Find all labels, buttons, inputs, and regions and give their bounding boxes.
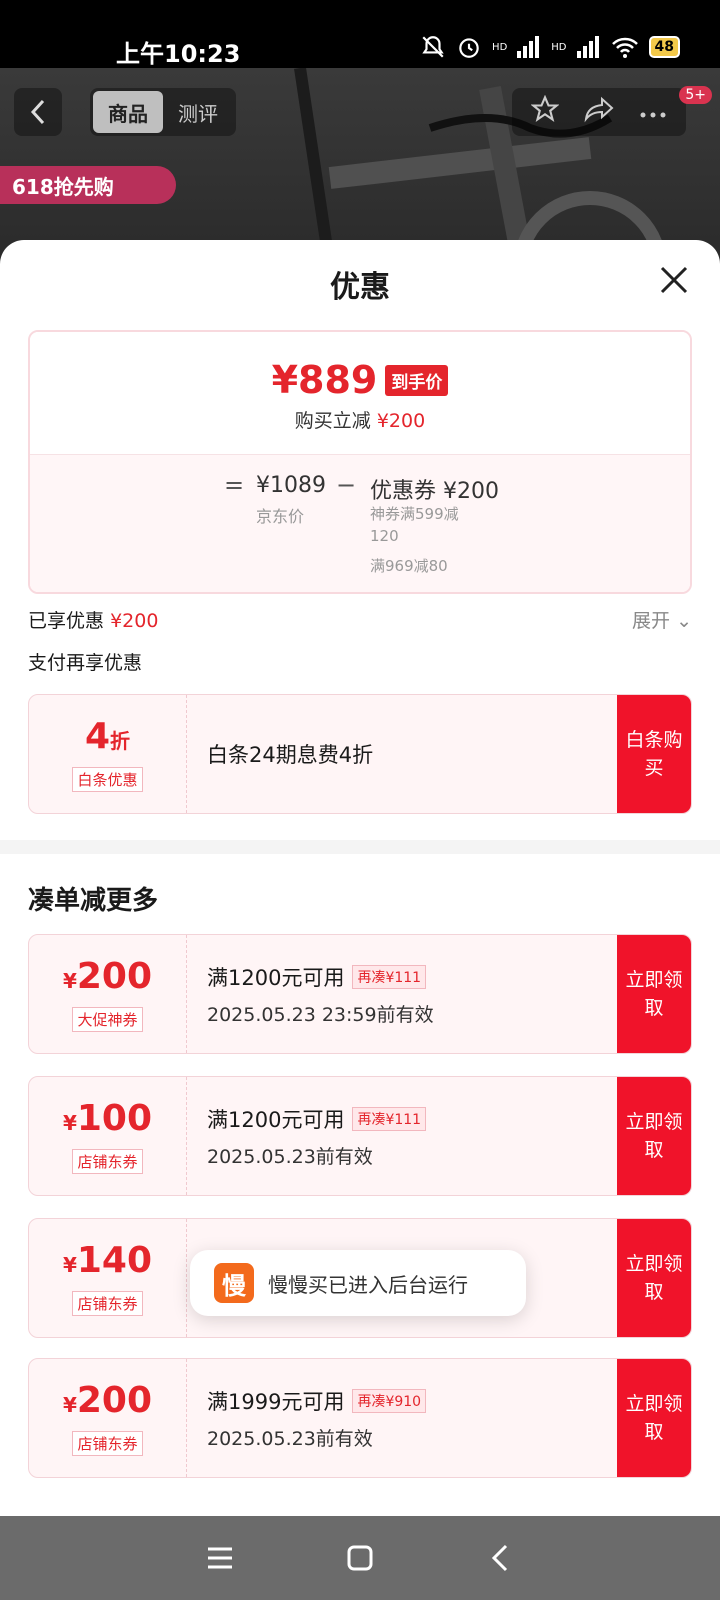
tab-product[interactable]: 商品: [93, 91, 163, 133]
more-discount-title: 凑单减更多: [28, 886, 159, 916]
price-formula: = ¥1089 京东价 − 优惠券 ¥200 神券满599减120 满969减8…: [30, 454, 690, 592]
instant-save-row: 购买立减 ¥200: [30, 406, 690, 433]
enjoyed-amount: ¥200: [110, 610, 159, 632]
coupon-condition: 满1999元可用: [207, 1389, 345, 1414]
coupon-currency: ¥: [62, 968, 77, 993]
alarm-icon: [459, 38, 479, 58]
instant-save-label: 购买立减: [294, 410, 371, 432]
chevron-left-icon: [30, 99, 45, 125]
final-price-section: ¥889 到手价 购买立减 ¥200: [30, 332, 690, 454]
coupon-tag: 店铺东券: [72, 1148, 143, 1174]
final-price: ¥889: [271, 358, 378, 402]
baitiao-tag: 白条优惠: [72, 766, 143, 792]
close-button[interactable]: [656, 262, 692, 298]
coupon-currency: ¥: [62, 1110, 77, 1135]
price-breakdown-card: ¥889 到手价 购买立减 ¥200 = ¥1089 京东价 − 优惠券 ¥20…: [28, 330, 692, 594]
coupon-expiry: 2025.05.23前有效: [207, 1145, 373, 1168]
product-header: 商品 测评: [0, 88, 720, 138]
jd-price: ¥1089: [256, 473, 326, 498]
background-toast: 慢 慢慢买已进入后台运行: [190, 1250, 526, 1316]
coupon-item: ¥200 店铺东券 满1999元可用 再凑¥910 2025.05.23前有效 立…: [28, 1358, 692, 1478]
baitiao-buy-button[interactable]: 白条购买: [617, 695, 691, 813]
coupon-condition: 满1200元可用: [207, 1107, 345, 1132]
coupon-amount: 140: [76, 1239, 153, 1281]
claim-button[interactable]: 立即领取: [617, 1077, 691, 1195]
coupon-condition: 满1200元可用: [207, 965, 345, 990]
network-hd-label: HD: [492, 41, 508, 53]
claim-button[interactable]: 立即领取: [617, 1219, 691, 1337]
header-actions: [512, 88, 686, 136]
claim-button[interactable]: 立即领取: [617, 1359, 691, 1477]
coupon-detail-1: 神券满599减120: [370, 505, 459, 545]
coupon-detail-2: 满969减80: [370, 557, 448, 575]
menu-icon: [208, 1547, 232, 1569]
home-icon: [347, 1545, 373, 1571]
tab-review[interactable]: 测评: [163, 91, 233, 133]
coupon-currency: ¥: [62, 1252, 77, 1277]
signal-icon: [517, 36, 540, 58]
network-hd-label-2: HD: [551, 41, 567, 53]
discount-sheet: 优惠 ¥889 到手价 购买立减 ¥200 = ¥1089 京东价 − 优惠券 …: [0, 240, 720, 1516]
baitiao-unit: 折: [110, 728, 131, 753]
enjoyed-discount-row: 已享优惠 ¥200 展开 ⌄: [28, 606, 692, 633]
minus-sign: −: [336, 471, 357, 499]
final-price-badge: 到手价: [385, 364, 449, 396]
close-icon: [660, 266, 688, 294]
more-button[interactable]: [628, 98, 678, 126]
back-icon: [491, 1544, 508, 1572]
coupon-extra: 再凑¥910: [352, 1388, 427, 1413]
more-icon: [640, 112, 666, 118]
back-button[interactable]: [14, 88, 62, 136]
status-time: 上午10:23: [116, 40, 241, 68]
back-nav-button[interactable]: [480, 1538, 520, 1578]
section-divider: [0, 840, 720, 854]
promo-tag: 618抢先购: [0, 166, 176, 204]
app-logo-icon: 慢: [214, 1263, 254, 1303]
coupon-total: 优惠券 ¥200: [370, 479, 499, 504]
coupon-tag: 大促神券: [72, 1006, 143, 1032]
coupon-extra: 再凑¥111: [352, 1106, 427, 1131]
menu-nav-button[interactable]: [200, 1538, 240, 1578]
message-badge: 5+: [679, 86, 712, 104]
signal-icon-2: [576, 36, 599, 58]
status-icons: HD HD 48: [420, 34, 680, 60]
coupon-currency: ¥: [62, 1392, 77, 1417]
pay-discount-title: 支付再享优惠: [28, 652, 143, 674]
product-tabs: 商品 测评: [90, 88, 236, 136]
share-icon: [584, 96, 614, 123]
instant-save-amount: ¥200: [376, 410, 426, 432]
share-button[interactable]: [574, 95, 624, 129]
coupon-tag: 店铺东券: [72, 1430, 143, 1456]
expand-button[interactable]: 展开 ⌄: [632, 606, 692, 633]
baitiao-ticket: 4折 白条优惠 白条24期息费4折 白条购买: [28, 694, 692, 814]
favorite-button[interactable]: [520, 94, 570, 129]
mute-icon: [422, 36, 444, 58]
coupon-item: ¥200 大促神券 满1200元可用 再凑¥111 2025.05.23 23:5…: [28, 934, 692, 1054]
home-nav-button[interactable]: [340, 1538, 380, 1578]
coupon-expiry: 2025.05.23 23:59前有效: [207, 1003, 434, 1026]
coupon-amount: 200: [76, 1379, 153, 1421]
baitiao-value: 4: [84, 715, 111, 757]
coupon-amount: 200: [76, 955, 153, 997]
claim-button[interactable]: 立即领取: [617, 935, 691, 1053]
coupon-item: ¥100 店铺东券 满1200元可用 再凑¥111 2025.05.23前有效 立…: [28, 1076, 692, 1196]
coupon-extra: 再凑¥111: [352, 964, 427, 989]
equals-sign: =: [224, 471, 245, 499]
enjoyed-label: 已享优惠: [28, 610, 105, 632]
star-icon: [530, 94, 560, 122]
coupon-tag: 店铺东券: [72, 1290, 143, 1316]
battery-icon: 48: [648, 36, 680, 58]
coupon-expiry: 2025.05.23前有效: [207, 1427, 373, 1450]
jd-price-label: 京东价: [256, 507, 305, 526]
wifi-icon: [611, 37, 638, 58]
coupon-amount: 100: [76, 1097, 153, 1139]
toast-text: 慢慢买已进入后台运行: [268, 1272, 468, 1297]
sheet-title: 优惠: [330, 270, 390, 305]
baitiao-desc: 白条24期息费4折: [207, 743, 374, 767]
system-nav-bar: [0, 1516, 720, 1600]
